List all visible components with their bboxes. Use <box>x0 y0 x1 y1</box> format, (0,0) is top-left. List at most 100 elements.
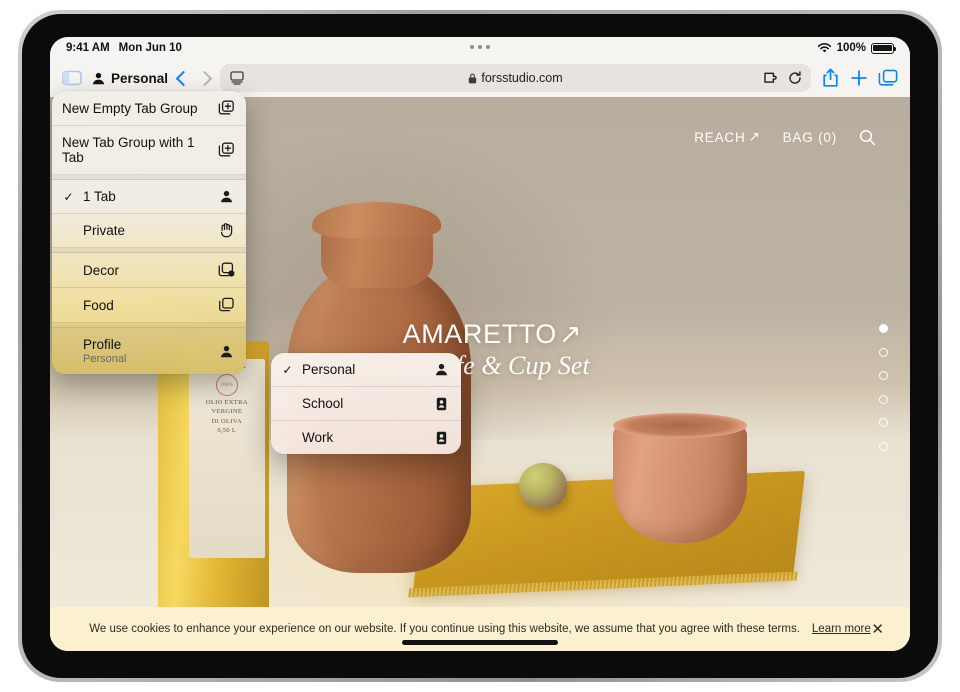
submenu-item-personal[interactable]: ✓ Personal <box>271 353 461 387</box>
home-indicator[interactable] <box>402 640 558 645</box>
handle-dot <box>486 45 490 49</box>
nav-link-reach[interactable]: REACH ↗ <box>694 129 760 145</box>
reload-icon[interactable] <box>788 71 802 85</box>
status-bar: 9:41 AM Mon Jun 10 100% <box>50 37 910 59</box>
label-line4: DI OLIVA <box>211 417 242 425</box>
multitasking-handle[interactable] <box>470 45 490 49</box>
wifi-icon <box>817 42 832 54</box>
label-line3: VERGINE <box>211 408 243 416</box>
label-line2: OLIO EXTRA <box>205 398 248 406</box>
ipad-screen: 9:41 AM Mon Jun 10 100% Personal forsstu… <box>50 37 910 651</box>
battery-icon <box>871 42 897 54</box>
back-button[interactable] <box>175 70 192 86</box>
nav-link-bag-label: BAG (0) <box>782 129 837 145</box>
extensions-puzzle-icon[interactable] <box>763 71 779 85</box>
hero-title: AMARETTO <box>402 318 557 349</box>
id-card-icon <box>432 397 450 411</box>
pagination-dot-5[interactable] <box>879 418 888 428</box>
cookie-text: We use cookies to enhance your experienc… <box>89 623 800 635</box>
nav-link-reach-label: REACH <box>694 129 746 145</box>
close-icon[interactable]: ✕ <box>871 620 884 638</box>
site-nav: REACH ↗ BAG (0) <box>694 129 876 146</box>
menu-item-label-wrap: Profile Personal <box>83 337 209 365</box>
status-bar-left: 9:41 AM Mon Jun 10 <box>66 42 182 54</box>
status-time: 9:41 AM <box>66 42 110 54</box>
person-icon <box>432 363 450 376</box>
pagination-dot-2[interactable] <box>879 347 888 357</box>
chevron-right-icon <box>196 70 213 86</box>
hand-raised-icon <box>217 223 235 238</box>
handle-dot <box>470 45 474 49</box>
url-display: forsstudio.com <box>220 71 811 85</box>
profile-submenu: ✓ Personal School Work <box>271 353 461 454</box>
pagination-dot-1[interactable] <box>879 324 888 334</box>
tab-group-menu: New Empty Tab Group New Tab Group with 1… <box>52 91 246 374</box>
square-stack-badge-icon <box>217 262 235 278</box>
hero-title-row[interactable]: AMARETTO ↗ <box>403 319 590 350</box>
status-bar-right: 100% <box>817 42 897 54</box>
lock-icon <box>468 73 477 84</box>
checkmark-icon: ✓ <box>282 362 293 377</box>
menu-item-label: Food <box>83 297 114 313</box>
status-date: Mon Jun 10 <box>118 42 182 54</box>
menu-item-label: Profile <box>83 337 122 352</box>
menu-item-label: Private <box>83 223 126 238</box>
ipad-device-frame: 9:41 AM Mon Jun 10 100% Personal forsstu… <box>18 10 942 682</box>
fig-fruit <box>518 462 567 509</box>
menu-item-label: New Tab Group with 1 Tab <box>62 135 195 165</box>
new-tab-button[interactable] <box>850 69 868 87</box>
search-icon[interactable] <box>859 129 876 146</box>
olive-oil-label: CASA OLEA 100% OLIO EXTRA VERGINE DI OLI… <box>188 359 265 558</box>
menu-item-sublabel: Personal <box>83 353 127 365</box>
menu-item-decor[interactable]: Decor <box>52 253 246 288</box>
square-stack-icon <box>217 297 235 313</box>
arrow-up-right-icon: ↗ <box>558 318 583 349</box>
checkmark-icon: ✓ <box>63 189 74 204</box>
label-volume: 0,50 L <box>217 427 237 435</box>
menu-item-private[interactable]: Private <box>52 214 246 248</box>
cup-rim <box>613 412 747 438</box>
handle-dot <box>478 45 482 49</box>
menu-item-label: 1 Tab <box>83 189 116 204</box>
menu-item-profile[interactable]: Profile Personal <box>52 328 246 374</box>
id-card-icon <box>432 431 450 445</box>
nav-link-bag[interactable]: BAG (0) <box>783 130 837 145</box>
pagination-dot-6[interactable] <box>879 441 888 451</box>
submenu-item-label: School <box>302 396 344 411</box>
battery-percent-label: 100% <box>836 42 866 54</box>
person-icon <box>92 72 105 85</box>
submenu-item-label: Work <box>302 430 334 445</box>
square-stack-plus-icon <box>217 142 235 158</box>
menu-item-1-tab[interactable]: ✓ 1 Tab <box>52 180 246 214</box>
label-stamp: 100% <box>215 373 238 396</box>
tab-overview-button[interactable] <box>878 69 898 87</box>
olive-oil-bottle: CASA OLEA 100% OLIO EXTRA VERGINE DI OLI… <box>157 340 270 651</box>
submenu-item-label: Personal <box>302 362 356 377</box>
square-stack-plus-icon <box>217 100 235 116</box>
forward-button[interactable] <box>196 70 213 86</box>
person-icon <box>217 345 235 358</box>
tab-group-profile-button[interactable]: Personal <box>92 71 168 86</box>
submenu-item-work[interactable]: Work <box>271 421 461 454</box>
sidebar-toggle-icon[interactable] <box>62 70 82 86</box>
menu-item-food[interactable]: Food <box>52 288 246 323</box>
pagination-dot-4[interactable] <box>879 394 888 404</box>
menu-item-new-tab-group-with-1-tab[interactable]: New Tab Group with 1 Tab <box>52 126 246 175</box>
address-bar-actions <box>763 71 802 85</box>
tab-group-label: Personal <box>111 70 169 86</box>
menu-item-new-empty-tab-group[interactable]: New Empty Tab Group <box>52 91 246 126</box>
carousel-pagination <box>879 324 888 451</box>
submenu-item-school[interactable]: School <box>271 387 461 421</box>
share-button[interactable] <box>821 68 840 88</box>
person-icon <box>217 190 235 203</box>
menu-item-label: Decor <box>83 262 120 278</box>
carafe-lid <box>312 202 442 239</box>
device-bezel: 9:41 AM Mon Jun 10 100% Personal forsstu… <box>22 14 938 678</box>
url-text: forsstudio.com <box>481 71 563 85</box>
cookie-learn-more-link[interactable]: Learn more <box>812 623 871 635</box>
arrow-up-right-icon: ↗ <box>748 129 761 144</box>
address-bar[interactable]: forsstudio.com <box>220 64 811 92</box>
menu-item-label: New Empty Tab Group <box>62 100 198 116</box>
pagination-dot-3[interactable] <box>879 371 888 381</box>
chevron-left-icon <box>175 70 192 86</box>
